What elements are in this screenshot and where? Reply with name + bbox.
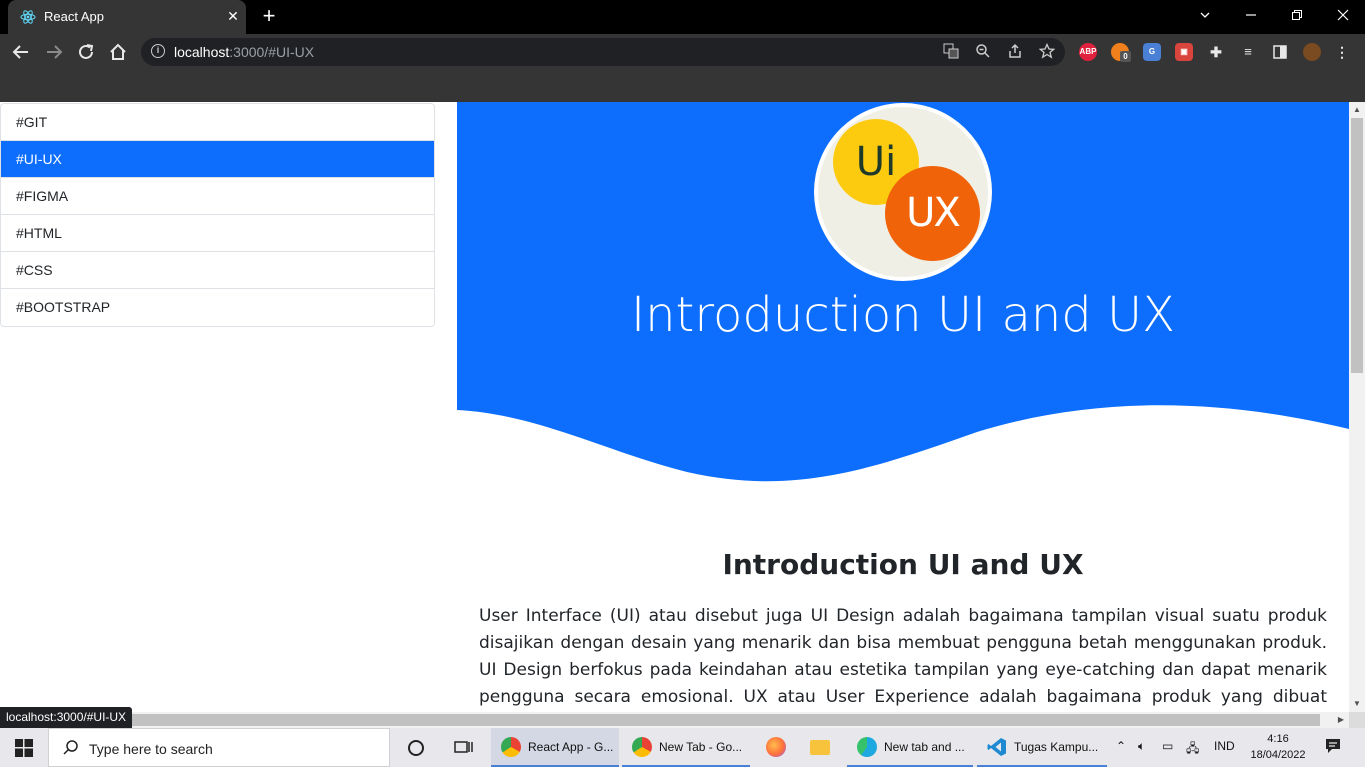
puzzle-extensions-icon[interactable]: ✚	[1207, 43, 1225, 61]
ui-ux-logo: Ui UX	[814, 103, 992, 281]
bookmarks-bar	[0, 70, 1365, 102]
vscode-icon	[987, 738, 1006, 756]
page-viewport: #GIT #UI-UX #FIGMA #HTML #CSS #BOOTSTRAP…	[0, 102, 1349, 712]
taskbar-search-input[interactable]: Type here to search	[48, 728, 390, 767]
extension-badge-icon[interactable]: 0	[1111, 43, 1131, 62]
taskbar-app-file-explorer[interactable]	[800, 728, 842, 767]
windows-start-icon[interactable]	[0, 728, 48, 767]
taskbar-app-chrome-react[interactable]: React App - G...	[491, 728, 619, 767]
language-indicator[interactable]: IND	[1214, 739, 1235, 753]
google-translate-icon[interactable]: G	[1143, 43, 1161, 61]
browser-tab-strip: React App ✕ +	[0, 0, 1365, 34]
notifications-icon[interactable]	[1324, 737, 1342, 758]
sidebar-item-git[interactable]: #GIT	[1, 104, 434, 141]
scroll-right-arrow-icon[interactable]: ▶	[1333, 712, 1349, 728]
battery-icon[interactable]: ▭	[1162, 739, 1173, 753]
horizontal-scroll-thumb[interactable]	[18, 714, 1320, 726]
article-paragraph: User Interface (UI) atau disebut juga UI…	[479, 606, 1327, 707]
scroll-down-arrow-icon[interactable]: ▼	[1349, 696, 1365, 712]
edge-icon	[857, 737, 877, 757]
task-view-icon[interactable]	[452, 736, 476, 760]
url-path: :3000/#UI-UX	[229, 44, 315, 60]
sidebar-item-figma[interactable]: #FIGMA	[1, 178, 434, 215]
sidebar-item-html[interactable]: #HTML	[1, 215, 434, 252]
close-tab-icon[interactable]: ✕	[224, 7, 242, 25]
clock-date: 18/04/2022	[1250, 749, 1306, 761]
extension-badge-count: 0	[1120, 51, 1131, 62]
adblock-plus-icon[interactable]: ABP	[1079, 43, 1097, 61]
translate-icon[interactable]	[942, 43, 960, 61]
vertical-scrollbar[interactable]: ▲ ▼	[1349, 102, 1365, 712]
more-menu-icon[interactable]: ⋮	[1333, 43, 1351, 61]
volume-icon[interactable]: 🔈︎	[1138, 739, 1145, 754]
article-heading: Introduction UI and UX	[722, 548, 1084, 581]
vertical-scroll-thumb[interactable]	[1351, 118, 1363, 373]
minimize-icon[interactable]	[1228, 0, 1274, 30]
folder-icon	[810, 740, 830, 755]
search-icon	[63, 740, 78, 755]
tab-search-chevron-icon[interactable]	[1182, 0, 1228, 30]
scroll-up-arrow-icon[interactable]: ▲	[1349, 102, 1365, 118]
close-window-icon[interactable]	[1320, 0, 1365, 30]
browser-tab[interactable]: React App ✕	[8, 0, 246, 34]
extension-red-icon[interactable]: ▣	[1175, 43, 1193, 61]
back-arrow-icon[interactable]	[10, 41, 32, 63]
restore-icon[interactable]	[1274, 0, 1320, 30]
hero-title: Introduction UI and UX	[630, 287, 1176, 343]
logo-ux-badge: UX	[885, 166, 980, 261]
tray-chevron-up-icon[interactable]: ⌃	[1116, 739, 1126, 753]
topic-sidebar: #GIT #UI-UX #FIGMA #HTML #CSS #BOOTSTRAP	[0, 103, 435, 327]
reading-list-icon[interactable]: ≡	[1239, 43, 1257, 61]
taskbar-app-edge[interactable]: New tab and ...	[847, 728, 973, 767]
taskbar-app-firefox[interactable]	[756, 728, 798, 767]
react-icon	[20, 10, 36, 24]
forward-arrow-icon[interactable]	[43, 41, 65, 63]
taskbar-app-label: New Tab - Go...	[659, 740, 743, 754]
bookmark-star-icon[interactable]	[1038, 42, 1056, 61]
address-bar[interactable]: i localhost:3000/#UI-UX	[141, 38, 1065, 66]
horizontal-scrollbar[interactable]: ▶	[0, 712, 1349, 728]
zoom-icon[interactable]	[974, 43, 992, 61]
scrollbar-corner	[1349, 712, 1365, 728]
chrome-icon	[632, 737, 652, 757]
reload-icon[interactable]	[75, 41, 97, 63]
network-icon[interactable]: 🖧︎	[1186, 739, 1199, 760]
site-info-icon[interactable]: i	[151, 44, 165, 58]
cortana-icon[interactable]	[404, 736, 428, 760]
hero-banner: Ui UX Introduction UI and UX	[457, 102, 1349, 492]
url-text: localhost:3000/#UI-UX	[174, 44, 314, 60]
taskbar-app-label: Tugas Kampu...	[1014, 740, 1099, 754]
taskbar-app-vscode[interactable]: Tugas Kampu...	[977, 728, 1107, 767]
taskbar-app-label: React App - G...	[528, 740, 614, 754]
windows-taskbar: Type here to search React App - G... New…	[0, 728, 1365, 767]
url-host: localhost	[174, 44, 230, 60]
sidebar-item-css[interactable]: #CSS	[1, 252, 434, 289]
clock-time: 4:16	[1267, 733, 1289, 745]
logo-background: Ui UX	[818, 107, 988, 277]
tab-title: React App	[44, 9, 104, 24]
side-panel-icon[interactable]	[1271, 43, 1289, 61]
chrome-icon	[501, 737, 521, 757]
profile-avatar[interactable]	[1303, 43, 1321, 61]
taskbar-app-chrome-newtab[interactable]: New Tab - Go...	[622, 728, 750, 767]
taskbar-app-label: New tab and ...	[884, 740, 965, 754]
home-icon[interactable]	[107, 41, 129, 63]
new-tab-button[interactable]: +	[258, 5, 280, 28]
article-content: Introduction UI and UX User Interface (U…	[479, 548, 1327, 712]
share-icon[interactable]	[1006, 43, 1024, 61]
browser-toolbar: i localhost:3000/#UI-UX ABP 0 G ▣ ✚ ≡ ⋮	[0, 34, 1365, 70]
link-status-bubble: localhost:3000/#UI-UX	[0, 707, 133, 728]
sidebar-item-ui-ux[interactable]: #UI-UX	[1, 141, 434, 178]
search-placeholder: Type here to search	[89, 741, 213, 757]
taskbar-clock[interactable]: 4:16 18/04/2022	[1248, 731, 1308, 763]
firefox-icon	[766, 737, 786, 757]
sidebar-item-bootstrap[interactable]: #BOOTSTRAP	[1, 289, 434, 326]
